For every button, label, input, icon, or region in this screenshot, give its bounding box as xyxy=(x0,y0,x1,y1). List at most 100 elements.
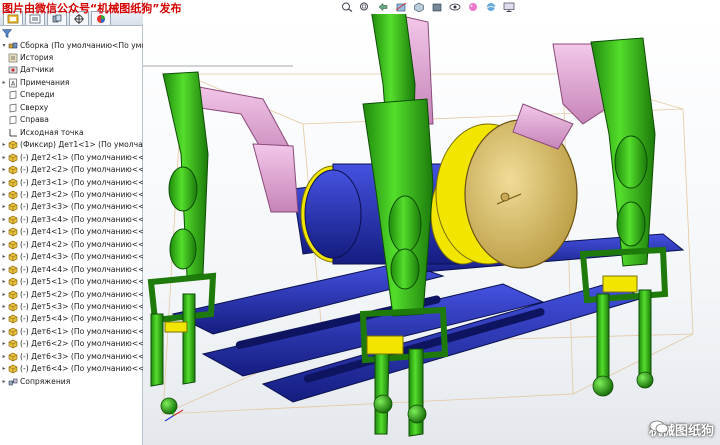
tree-item[interactable]: ▸ (-) Дет6<2> (По умолчанию<<П xyxy=(0,338,143,350)
tree-item[interactable]: ▸ (-) Дет6<4> (По умолчанию<<П xyxy=(0,363,143,375)
hide-show-button[interactable] xyxy=(448,2,462,13)
part-icon xyxy=(8,140,18,150)
tree-item[interactable]: Справа xyxy=(0,114,143,126)
edit-appearance-button[interactable] xyxy=(466,2,480,13)
expand-toggle[interactable]: ▸ xyxy=(0,139,8,151)
expand-toggle[interactable]: ▸ xyxy=(0,313,8,325)
tree-item[interactable]: ▸ (-) Дет5<3> (По умолчанию<<П xyxy=(0,301,143,313)
tree-item-label: (-) Дет4<1> (По умолчанию<<П xyxy=(20,227,143,237)
part-icon xyxy=(8,190,18,200)
filter-icon[interactable] xyxy=(2,29,12,38)
tree-item-label: Сопряжения xyxy=(20,376,71,386)
origin-icon xyxy=(8,128,18,138)
view-orientation-button[interactable] xyxy=(412,2,426,13)
tree-item[interactable]: ▸ (-) Дет4<2> (По умолчанию<<П xyxy=(0,239,143,251)
tree-item[interactable]: История xyxy=(0,52,143,64)
tree-item[interactable]: Исходная точка xyxy=(0,127,143,139)
watermark-text: 图片由微信公众号“机械图纸狗”发布 xyxy=(2,2,182,15)
tree-item[interactable]: ▸ (-) Дет3<1> (По умолчанию<<П xyxy=(0,177,143,189)
tree-item-label: Сборка (По умолчанию<По умолча xyxy=(20,41,143,50)
expand-toggle[interactable]: ▸ xyxy=(0,77,8,89)
tree-item[interactable]: ▸ (-) Дет5<2> (По умолчанию<<П xyxy=(0,289,143,301)
tree-item[interactable]: ▸ A Примечания xyxy=(0,77,143,89)
tree-item-label: (-) Дет5<3> (По умолчанию<<П xyxy=(20,302,143,311)
tree-item[interactable]: ▸ (-) Дет4<4> (По умолчанию<<П xyxy=(0,264,143,276)
previous-view-icon xyxy=(378,2,388,12)
expand-toggle[interactable]: ▸ xyxy=(0,276,8,288)
tree-item-label: Исходная точка xyxy=(20,127,84,137)
tree-item[interactable]: ▸ (-) Дет6<3> (По умолчанию<<П xyxy=(0,351,143,363)
view-settings-button[interactable] xyxy=(502,2,516,13)
mates-icon xyxy=(8,377,18,387)
expand-toggle[interactable]: ▸ xyxy=(0,338,8,350)
tree-item-label: (-) Дет3<3> (По умолчанию<<П xyxy=(20,202,143,212)
property-manager-icon xyxy=(29,14,41,23)
display-manager-icon xyxy=(97,14,105,23)
tree-item[interactable]: ▸ (-) Дет3<4> (По умолчанию<<П xyxy=(0,214,143,226)
part-icon xyxy=(8,252,18,262)
tree-item[interactable]: ▸ (-) Дет4<3> (По умолчанию<<П xyxy=(0,251,143,263)
expand-toggle[interactable]: ▸ xyxy=(0,363,8,375)
feature-tree: ▾ Сборка (По умолчанию<По умолча История… xyxy=(0,40,143,445)
tree-item-label: (-) Дет6<3> (По умолчанию<<П xyxy=(20,351,143,361)
tree-item[interactable]: ▸ (-) Дет3<3> (По умолчанию<<П xyxy=(0,201,143,213)
tree-item[interactable]: Сверху xyxy=(0,102,143,114)
tree-item[interactable]: ▸ Сопряжения xyxy=(0,376,143,388)
previous-view-button[interactable] xyxy=(376,2,390,13)
appearance-icon xyxy=(469,3,477,11)
graphics-viewport[interactable]: 机械图纸狗 xyxy=(143,14,720,445)
tree-item-label: (-) Дет3<4> (По умолчанию<<П xyxy=(20,214,143,224)
expand-toggle[interactable]: ▸ xyxy=(0,326,8,338)
expand-toggle[interactable]: ▸ xyxy=(0,201,8,213)
tree-item[interactable]: ▸ (-) Дет5<4> (По умолчанию<<П xyxy=(0,313,143,325)
expand-toggle[interactable]: ▸ xyxy=(0,289,8,301)
part-icon xyxy=(8,339,18,349)
zoom-area-button[interactable] xyxy=(358,2,372,13)
tree-item[interactable]: ▸ (-) Дет2<2> (По умолчанию<<П xyxy=(0,164,143,176)
expand-toggle[interactable]: ▸ xyxy=(0,351,8,363)
part-icon xyxy=(8,178,18,188)
configuration-manager-icon xyxy=(52,14,62,22)
scene-button[interactable] xyxy=(484,2,498,13)
annotations-icon: A xyxy=(8,78,18,88)
tree-item[interactable]: ▸ (-) Дет6<1> (По умолчанию<<П xyxy=(0,326,143,338)
tree-item[interactable]: Датчики xyxy=(0,64,143,76)
tree-item-label: (-) Дет6<1> (По умолчанию<<П xyxy=(20,326,143,336)
assembly-icon xyxy=(8,41,18,51)
monitor-icon xyxy=(503,2,515,12)
tree-item[interactable]: ▸ (-) Дет5<1> (По умолчанию<<П xyxy=(0,276,143,288)
expand-toggle[interactable]: ▸ xyxy=(0,189,8,201)
part-icon xyxy=(8,165,18,175)
tree-item[interactable]: ▸ (-) Дет4<1> (По умолчанию<<П xyxy=(0,226,143,238)
tree-item[interactable]: Спереди xyxy=(0,89,143,101)
tree-item-label: Спереди xyxy=(20,90,55,100)
section-view-button[interactable] xyxy=(394,2,408,13)
expand-toggle[interactable]: ▸ xyxy=(0,376,8,388)
section-view-icon xyxy=(395,2,407,12)
tree-item-label: (-) Дет4<4> (По умолчанию<<П xyxy=(20,264,143,274)
tree-item-label: (-) Дет5<2> (По умолчанию<<П xyxy=(20,289,143,299)
expand-toggle[interactable]: ▸ xyxy=(0,226,8,238)
plane-icon xyxy=(8,115,18,125)
tree-item-label: (-) Дет6<2> (По умолчанию<<П xyxy=(20,339,143,349)
expand-toggle[interactable]: ▸ xyxy=(0,177,8,189)
tree-item[interactable]: ▸ (-) Дет2<1> (По умолчанию<<П xyxy=(0,152,143,164)
expand-toggle[interactable]: ▸ xyxy=(0,214,8,226)
expand-toggle[interactable]: ▸ xyxy=(0,251,8,263)
zoom-to-fit-button[interactable] xyxy=(340,2,354,13)
tree-item[interactable]: ▸ (-) Дет3<2> (По умолчанию<<П xyxy=(0,189,143,201)
expand-toggle[interactable]: ▸ xyxy=(0,301,8,313)
tree-item[interactable]: ▸ (Фиксир) Дет1<1> (По умолчанию< xyxy=(0,139,143,151)
zoom-to-fit-icon xyxy=(342,2,353,12)
expand-toggle[interactable]: ▾ xyxy=(0,40,8,52)
part-icon xyxy=(8,364,18,374)
tree-root-assembly[interactable]: ▾ Сборка (По умолчанию<По умолча xyxy=(0,40,143,52)
tree-item-label: (-) Дет3<2> (По умолчанию<<П xyxy=(20,189,143,199)
display-style-button[interactable] xyxy=(430,2,444,13)
expand-toggle[interactable]: ▸ xyxy=(0,264,8,276)
expand-toggle[interactable]: ▸ xyxy=(0,152,8,164)
expand-toggle[interactable]: ▸ xyxy=(0,164,8,176)
expand-toggle[interactable]: ▸ xyxy=(0,239,8,251)
